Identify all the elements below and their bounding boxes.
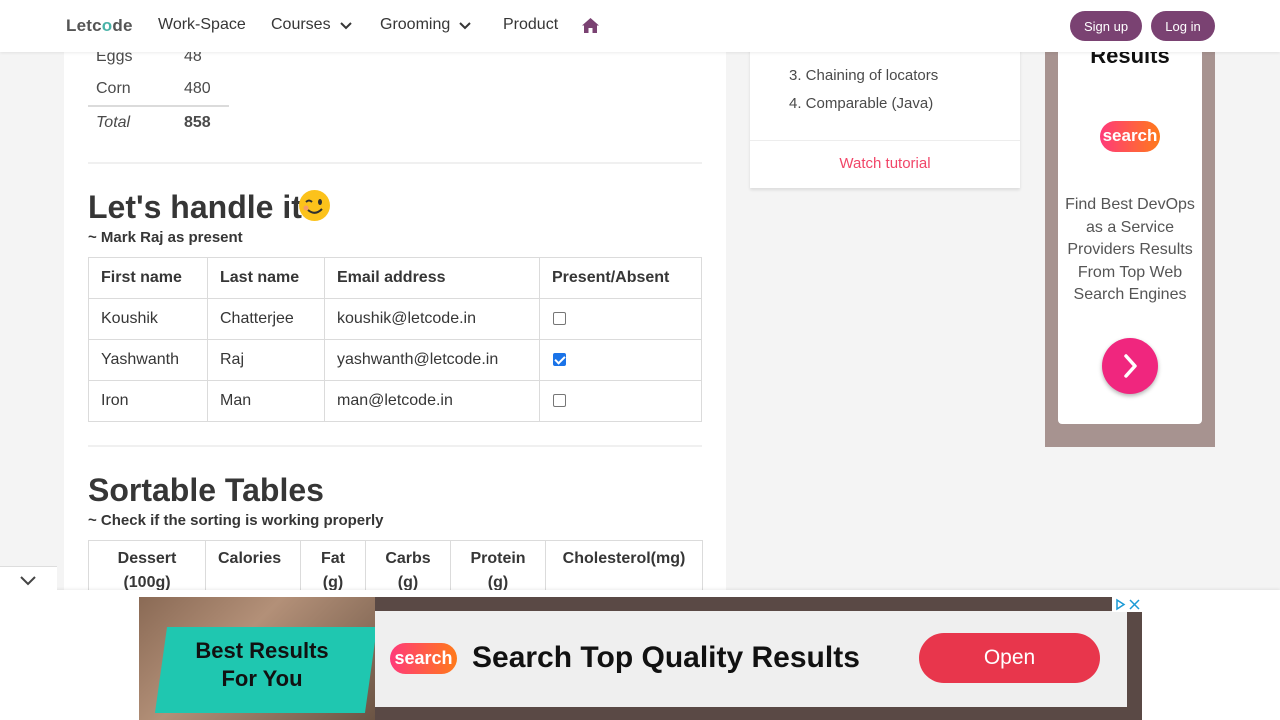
tutorial-item: 3. Chaining of locators xyxy=(789,67,939,84)
ad-tagline: Best Results For You xyxy=(187,637,337,693)
chevron-down-icon xyxy=(20,576,36,586)
side-ad-arrow-button[interactable] xyxy=(1102,338,1158,394)
nav-workspace-label: Work-Space xyxy=(158,16,246,33)
ad-photo[interactable]: Best Results For You xyxy=(139,597,375,720)
header-line: Fat xyxy=(321,550,345,567)
email-cell: koushik@letcode.in xyxy=(324,298,540,340)
letcode-logo[interactable]: Letcode xyxy=(66,16,133,36)
present-cell xyxy=(539,298,702,340)
ad-tagline-line: Best Results xyxy=(195,638,329,663)
tutorial-item: 4. Comparable (Java) xyxy=(789,95,934,112)
header-line: Protein xyxy=(470,550,526,567)
section-divider xyxy=(88,162,702,164)
last-name-cell: Raj xyxy=(207,339,325,381)
attendance-subtitle: ~ Mark Raj as present xyxy=(88,229,243,246)
logo-text-suffix: de xyxy=(112,16,133,35)
attendance-table: First name Last name Email address Prese… xyxy=(88,257,702,422)
email-cell: man@letcode.in xyxy=(324,380,540,422)
first-name-cell: Koushik xyxy=(88,298,208,340)
total-label: Total xyxy=(88,105,176,139)
ad-choices[interactable] xyxy=(1112,597,1142,612)
sortable-subtitle: ~ Check if the sorting is working proper… xyxy=(88,512,384,529)
food-item: Corn xyxy=(96,80,131,97)
column-header[interactable]: First name xyxy=(88,257,208,299)
logo-text-prefix: Letc xyxy=(66,16,102,35)
table-row: Corn 480 xyxy=(88,73,229,106)
header-line: Calories xyxy=(218,550,282,567)
last-name-cell: Chatterjee xyxy=(207,298,325,340)
chevron-down-icon xyxy=(459,22,471,30)
ad-headline: Search Top Quality Results xyxy=(472,641,860,674)
header-line: (100g) xyxy=(123,574,171,591)
section-divider xyxy=(88,445,702,447)
column-header[interactable]: Email address xyxy=(324,257,540,299)
chevron-right-icon xyxy=(1124,354,1137,378)
first-name-cell: Iron xyxy=(88,380,208,422)
nav-courses-label: Courses xyxy=(271,16,331,33)
header-line: (g) xyxy=(487,574,509,591)
card-footer-divider xyxy=(750,140,1020,141)
ad-choices-icon xyxy=(1116,598,1140,611)
chevron-down-icon xyxy=(339,22,352,30)
ad-open-button[interactable]: Open xyxy=(919,633,1100,683)
search-logo: search xyxy=(390,643,457,674)
header-line: (g) xyxy=(322,574,344,591)
present-checkbox[interactable] xyxy=(553,353,566,367)
nav-courses[interactable]: Courses xyxy=(271,16,353,34)
sortable-title: Sortable Tables xyxy=(88,472,324,508)
home-icon[interactable] xyxy=(581,17,600,34)
collapse-ad-button[interactable] xyxy=(0,566,57,592)
winking-face-icon xyxy=(299,190,330,221)
watch-tutorial-link[interactable]: Watch tutorial xyxy=(750,155,1020,172)
table-row: Iron Man man@letcode.in xyxy=(88,380,702,422)
header-line: (g) xyxy=(397,574,419,591)
logo-text-o: o xyxy=(101,16,113,35)
total-row: Total 858 xyxy=(88,105,229,139)
column-header[interactable]: Present/Absent xyxy=(539,257,702,299)
nav-grooming[interactable]: Grooming xyxy=(380,16,472,34)
food-value: 480 xyxy=(184,80,211,97)
nav-product-label: Product xyxy=(503,16,559,33)
search-logo: search xyxy=(1100,121,1160,152)
top-navbar: Letcode Work-Space Courses Grooming Prod… xyxy=(0,0,1280,52)
table-row: Koushik Chatterjee koushik@letcode.in xyxy=(88,298,702,340)
first-name-cell: Yashwanth xyxy=(88,339,208,381)
column-header[interactable]: Last name xyxy=(207,257,325,299)
present-cell xyxy=(539,380,702,422)
login-button[interactable]: Log in xyxy=(1151,11,1215,41)
header-line: Cholesterol(mg) xyxy=(562,550,686,567)
email-cell: yashwanth@letcode.in xyxy=(324,339,540,381)
table-row: Yashwanth Raj yashwanth@letcode.in xyxy=(88,339,702,381)
table-header-row: First name Last name Email address Prese… xyxy=(88,257,702,299)
attendance-title: Let's handle it xyxy=(88,189,302,225)
present-checkbox[interactable] xyxy=(553,394,566,408)
header-line: Carbs xyxy=(385,550,431,567)
header-line: Dessert xyxy=(117,550,177,567)
total-value: 858 xyxy=(176,105,229,139)
nav-grooming-label: Grooming xyxy=(380,16,451,33)
food-table: Eggs 48 Corn 480 Total 858 xyxy=(88,40,229,139)
present-cell xyxy=(539,339,702,381)
ad-tagline-line: For You xyxy=(221,666,303,691)
nav-workspace[interactable]: Work-Space xyxy=(158,16,246,34)
last-name-cell: Man xyxy=(207,380,325,422)
side-ad-text: Find Best DevOps as a Service Providers … xyxy=(1065,196,1195,303)
present-checkbox[interactable] xyxy=(553,312,566,326)
nav-product[interactable]: Product xyxy=(503,16,558,34)
signup-button[interactable]: Sign up xyxy=(1070,11,1142,41)
